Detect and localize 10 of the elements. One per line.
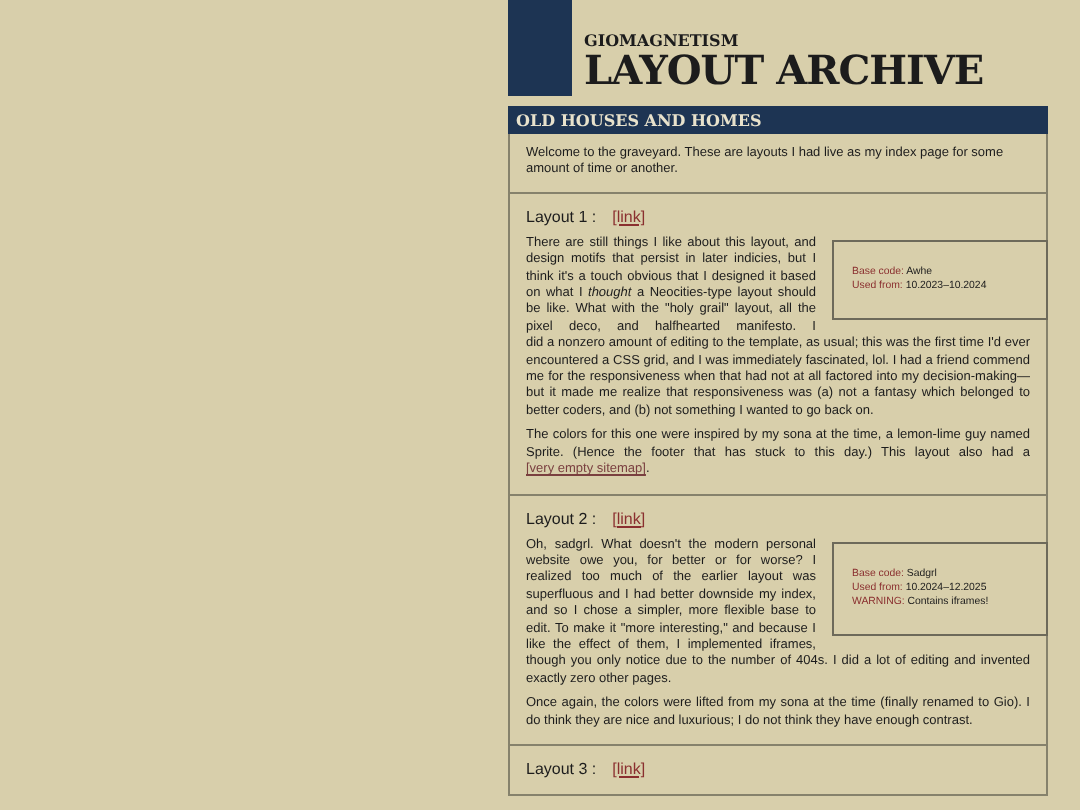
- site-kicker: GIOMAGNETISM: [584, 30, 741, 50]
- layout-link[interactable]: [link]: [612, 207, 646, 226]
- section-title: OLD HOUSES AND HOMES: [508, 106, 1048, 134]
- layout-link[interactable]: [link]: [612, 509, 646, 527]
- header-block: [508, 0, 572, 96]
- layout-heading: Layout 1 :: [526, 207, 597, 226]
- layout-heading: Layout 3 :: [526, 759, 597, 778]
- page-title: LAYOUT ARCHIVE: [584, 50, 984, 90]
- layout-link[interactable]: [link]: [612, 759, 646, 778]
- layout-heading: Layout 2 :: [526, 509, 597, 527]
